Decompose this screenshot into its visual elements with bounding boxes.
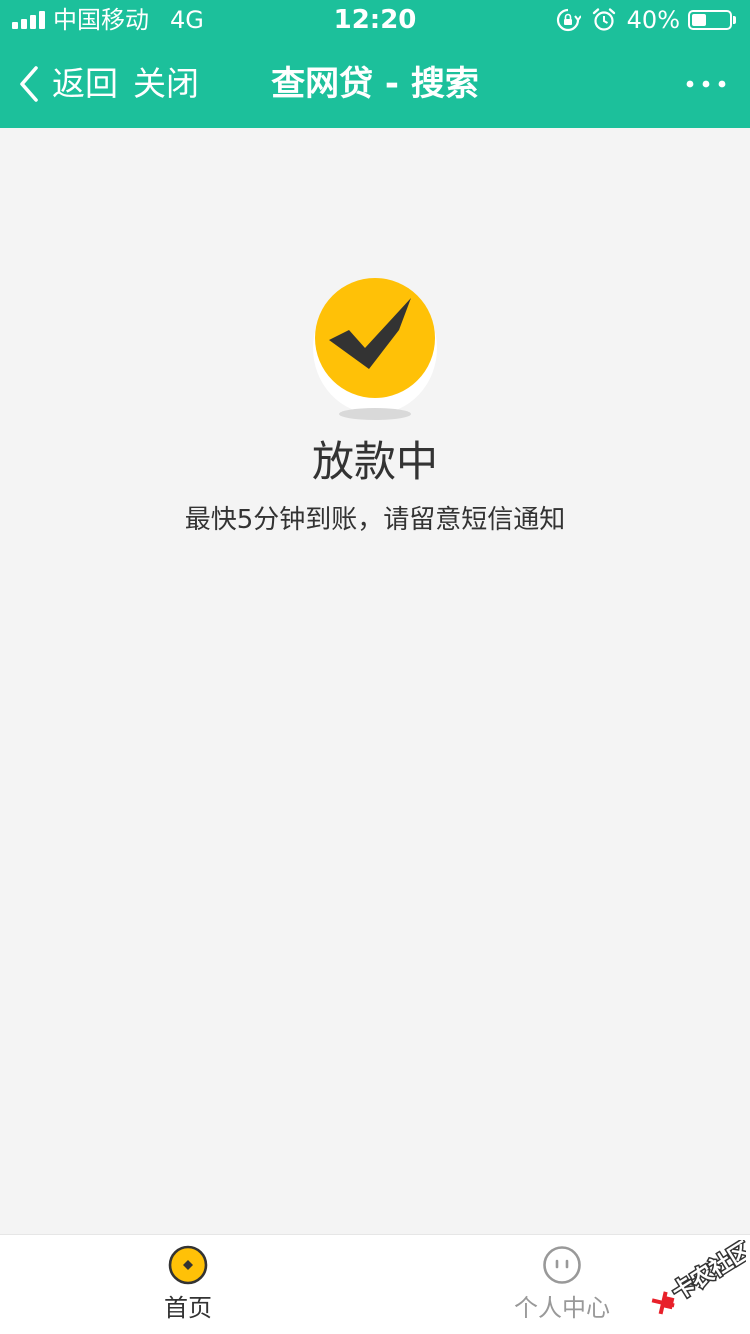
home-coin-icon bbox=[168, 1245, 208, 1285]
status-right-group: 40% bbox=[555, 7, 736, 33]
status-title: 放款中 bbox=[311, 437, 438, 486]
back-label: 返回 bbox=[52, 64, 118, 103]
battery-cap bbox=[733, 16, 736, 24]
orientation-lock-icon bbox=[556, 8, 581, 32]
tab-profile-label: 个人中心 bbox=[514, 1294, 610, 1322]
watermark-text: 卡农社区 bbox=[668, 1240, 746, 1306]
status-bar: 中国移动 4G 12:20 40% bbox=[0, 0, 750, 40]
back-button[interactable]: 返回 bbox=[14, 58, 118, 110]
alarm-icon bbox=[592, 8, 615, 31]
chevron-left-icon bbox=[20, 66, 38, 102]
tab-home[interactable]: 首页 bbox=[88, 1235, 288, 1334]
battery-fill bbox=[692, 14, 706, 26]
close-button[interactable]: 关闭 bbox=[133, 58, 199, 110]
tab-home-label: 首页 bbox=[164, 1294, 212, 1322]
watermark-logo: 卡农社区 bbox=[651, 1240, 746, 1315]
battery-icon bbox=[688, 10, 732, 30]
status-subtitle: 最快5分钟到账，请留意短信通知 bbox=[184, 505, 566, 535]
nav-bar: 返回 关闭 查网贷 - 搜索 bbox=[0, 40, 750, 128]
tab-bar: 首页 个人中心 bbox=[0, 1234, 750, 1334]
more-dots-icon[interactable] bbox=[684, 70, 728, 98]
main-content: 放款中 最快5分钟到账，请留意短信通知 bbox=[0, 128, 750, 1234]
profile-face-icon bbox=[543, 1246, 581, 1284]
screen: 中国移动 4G 12:20 40% 返回 关闭 查网贷 - 搜索 放款中 最快5… bbox=[0, 0, 750, 1334]
tab-profile[interactable]: 个人中心 bbox=[462, 1235, 662, 1334]
battery-percent: 40% bbox=[626, 6, 680, 34]
page-title: 查网贷 - 搜索 bbox=[271, 64, 479, 104]
checkmark-badge-icon bbox=[313, 278, 437, 420]
